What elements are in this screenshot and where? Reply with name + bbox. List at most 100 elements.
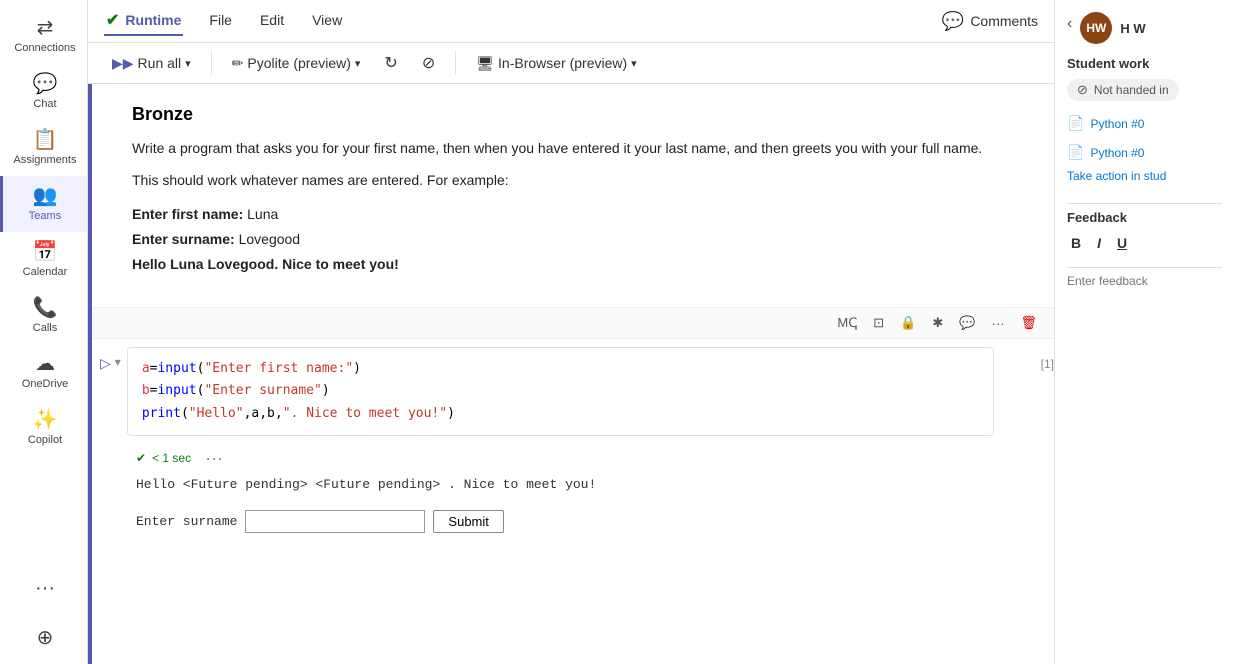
example-value1: Luna <box>247 206 278 222</box>
run-cell-button[interactable]: ▷ <box>100 355 111 372</box>
pyolite-dropdown[interactable]: ✏ Pyolite (preview) ▾ <box>224 51 369 76</box>
main-area: ✔ Runtime File Edit View 💬 Comments ▶▶ R… <box>88 0 1054 664</box>
toolbar-sep-1 <box>211 51 212 75</box>
feedback-label: Feedback <box>1067 210 1222 225</box>
code-string-2: "Enter surname" <box>204 383 321 398</box>
inbrowser-dropdown[interactable]: 🖥 In-Browser (preview) ▾ <box>468 51 644 76</box>
panel-divider <box>1067 203 1222 204</box>
code-var-a: a <box>142 361 150 376</box>
calendar-icon: 📅 <box>33 242 58 262</box>
right-panel: ‹ HW H W Student work ⊘ Not handed in 📄 … <box>1054 0 1234 664</box>
runtime-check-icon: ✔ <box>106 10 119 30</box>
chat-icon: 💬 <box>33 74 58 94</box>
sidebar-label-chat: Chat <box>33 98 56 110</box>
italic-button[interactable]: I <box>1093 233 1105 253</box>
notebook-content: Bronze Write a program that asks you for… <box>88 84 1054 664</box>
refresh-button[interactable]: ↻ <box>376 49 405 77</box>
more-icon: ··· <box>35 578 55 598</box>
sidebar-item-calendar[interactable]: 📅 Calendar <box>0 232 87 288</box>
toolbar-sep-2 <box>455 51 456 75</box>
sidebar-item-chat[interactable]: 💬 Chat <box>0 64 87 120</box>
markdown-para2: This should work whatever names are ente… <box>132 169 1024 191</box>
sidebar-item-teams[interactable]: 👥 Teams <box>0 176 87 232</box>
cell-delete-btn[interactable]: 🗑 <box>1015 312 1042 334</box>
user-avatar: HW <box>1080 12 1112 44</box>
sidebar-label-assignments: Assignments <box>14 154 77 166</box>
example-lines: Enter first name: Luna Enter surname: Lo… <box>132 202 1024 278</box>
not-handed-badge: ⊘ Not handed in <box>1067 79 1179 101</box>
cell-output-area: Hello <Future pending> <Future pending> … <box>92 471 1054 502</box>
cell-number: [1] <box>1014 347 1054 371</box>
example-label2: Enter surname: <box>132 231 235 247</box>
example-line3: Hello Luna Lovegood. Nice to meet you! <box>132 256 399 272</box>
menu-view[interactable]: View <box>310 8 344 34</box>
sidebar: ⇄ Connections 💬 Chat 📋 Assignments 👥 Tea… <box>0 0 88 664</box>
submit-button[interactable]: Submit <box>433 510 503 533</box>
sidebar-item-assignments[interactable]: 📋 Assignments <box>0 120 87 176</box>
sidebar-item-connections[interactable]: ⇄ Connections <box>0 8 87 64</box>
sidebar-item-copilot[interactable]: ✨ Copilot <box>0 400 87 456</box>
stop-icon: ⊘ <box>422 53 435 73</box>
file-item-1[interactable]: 📄 Python #0 <box>1067 111 1222 136</box>
code-print: print <box>142 406 181 421</box>
cell-lock-btn[interactable]: 🔒 <box>895 312 921 334</box>
menu-runtime[interactable]: ✔ Runtime <box>104 6 183 36</box>
copilot-icon: ✨ <box>33 410 58 430</box>
code-var-b: b <box>142 383 150 398</box>
take-action-link[interactable]: Take action in stud <box>1067 169 1222 183</box>
sidebar-label-calendar: Calendar <box>23 266 68 278</box>
feedback-input[interactable] <box>1067 274 1222 288</box>
code-cell: ▷ ▾ a=input("Enter first name:") b=input… <box>92 339 1054 443</box>
cell-comment-btn[interactable]: 💬 <box>954 312 980 334</box>
connections-icon: ⇄ <box>37 18 54 38</box>
menubar: ✔ Runtime File Edit View 💬 Comments <box>88 0 1054 43</box>
code-input-1: input <box>157 361 196 376</box>
input-label: Enter surname <box>136 514 237 529</box>
sidebar-label-teams: Teams <box>29 210 61 222</box>
onedrive-icon: ☁ <box>35 354 55 374</box>
comments-button[interactable]: 💬 Comments <box>942 11 1038 32</box>
output-line: Hello <Future pending> <Future pending> … <box>136 477 1040 492</box>
comments-icon: 💬 <box>942 11 964 32</box>
comments-label: Comments <box>970 13 1038 29</box>
example-label1: Enter first name: <box>132 206 243 222</box>
file1-label: Python #0 <box>1090 117 1144 131</box>
check-icon: ✔ <box>136 451 146 465</box>
surname-input[interactable] <box>245 510 425 533</box>
sidebar-item-onedrive[interactable]: ☁ OneDrive <box>0 344 87 400</box>
cell-run-area: ▷ ▾ <box>92 347 127 372</box>
pyolite-icon: ✏ <box>232 55 244 72</box>
student-work-label: Student work <box>1067 56 1222 71</box>
stop-button[interactable]: ⊘ <box>414 49 443 77</box>
menu-file[interactable]: File <box>207 8 234 34</box>
run-all-button[interactable]: ▶▶ Run all ▾ <box>104 51 199 76</box>
inbrowser-icon: 🖥 <box>476 55 494 72</box>
sidebar-more[interactable]: ··· <box>0 568 87 608</box>
cell-time: < 1 sec <box>152 451 191 465</box>
cell-markdown-btn[interactable]: Mↅ <box>832 312 862 334</box>
sidebar-label-onedrive: OneDrive <box>22 378 68 390</box>
feedback-toolbar: B I U <box>1067 233 1222 253</box>
cell-star-btn[interactable]: ✱ <box>927 312 948 334</box>
file-icon-2: 📄 <box>1067 144 1084 161</box>
cell-more-dots[interactable]: ··· <box>197 448 223 469</box>
sidebar-item-calls[interactable]: 📞 Calls <box>0 288 87 344</box>
sidebar-add[interactable]: ⊕ <box>0 618 87 658</box>
code-string-3: "Hello" <box>189 406 244 421</box>
code-line-1: a=input("Enter first name:") <box>142 358 979 380</box>
sidebar-label-calls: Calls <box>33 322 57 334</box>
underline-button[interactable]: U <box>1113 233 1131 253</box>
menu-edit[interactable]: Edit <box>258 8 286 34</box>
run-all-icon: ▶▶ <box>112 55 134 72</box>
file-item-2[interactable]: 📄 Python #0 <box>1067 140 1222 165</box>
cell-more-btn[interactable]: ··· <box>986 313 1009 334</box>
bold-button[interactable]: B <box>1067 233 1085 253</box>
markdown-cell: Bronze Write a program that asks you for… <box>92 84 1054 308</box>
code-block: a=input("Enter first name:") b=input("En… <box>127 347 994 435</box>
panel-collapse-button[interactable]: ‹ <box>1067 15 1072 33</box>
code-string-4: ". Nice to meet you!" <box>283 406 447 421</box>
inbrowser-label: In-Browser (preview) <box>498 55 627 71</box>
add-icon: ⊕ <box>37 628 54 648</box>
cell-add-btn[interactable]: ⊡ <box>868 312 889 334</box>
collapse-button[interactable]: ▾ <box>115 355 121 369</box>
